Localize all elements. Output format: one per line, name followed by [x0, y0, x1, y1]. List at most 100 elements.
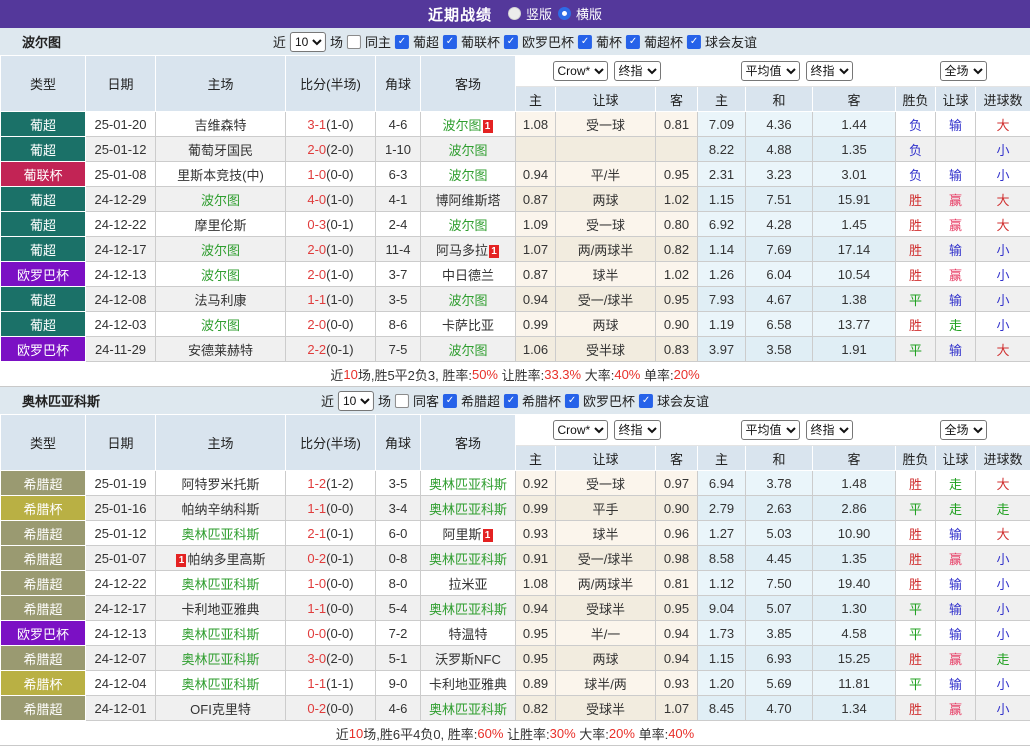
- result-label: 赢: [949, 552, 962, 567]
- average-select[interactable]: 平均值: [741, 420, 800, 440]
- average-select[interactable]: 平均值: [741, 61, 800, 81]
- odds-home: 0.99: [516, 496, 556, 521]
- match-score: 1-0(0-0): [286, 571, 376, 596]
- avg-home: 1.19: [698, 312, 746, 337]
- games-count-select[interactable]: 10: [290, 32, 326, 52]
- summary-segment: 33.3%: [544, 367, 581, 382]
- summary-segment: 大率:: [581, 365, 614, 384]
- team-label: 波尔图: [448, 293, 487, 308]
- same-venue-checkbox[interactable]: [347, 35, 361, 49]
- league-checkbox[interactable]: ✓: [578, 35, 592, 49]
- summary-segment: 近: [330, 365, 343, 384]
- odds-away: 1.07: [656, 696, 698, 721]
- same-venue-checkbox[interactable]: [395, 394, 409, 408]
- match-row: 希腊超24-12-01OFI克里特0-2(0-0)4-6奥林匹亚科斯0.82受球…: [1, 696, 1030, 721]
- avg-draw: 6.93: [746, 646, 813, 671]
- games-count-select[interactable]: 10: [338, 391, 374, 411]
- league-checkbox[interactable]: ✓: [639, 394, 653, 408]
- away-team-cell: 阿里斯1: [421, 521, 516, 546]
- red-card-badge: 1: [483, 120, 493, 133]
- summary-segment: 40%: [614, 367, 640, 382]
- odds-handicap: 两球: [556, 646, 656, 671]
- result-outcome: 胜: [896, 571, 936, 596]
- league-checkbox[interactable]: ✓: [626, 35, 640, 49]
- subheader-col: 主: [698, 446, 746, 471]
- subheader-col: 让球: [936, 87, 976, 112]
- league-checkbox[interactable]: ✓: [504, 35, 518, 49]
- result-goals: 走: [976, 646, 1030, 671]
- league-checkbox[interactable]: ✓: [443, 394, 457, 408]
- odds-away: 0.83: [656, 337, 698, 362]
- avg-draw: 6.58: [746, 312, 813, 337]
- league-checkbox[interactable]: ✓: [443, 35, 457, 49]
- odds-away: 0.95: [656, 287, 698, 312]
- result-label: 小: [997, 268, 1010, 283]
- odds-handicap: 受一/球半: [556, 546, 656, 571]
- avg-home: 1.73: [698, 621, 746, 646]
- result-label: 赢: [949, 652, 962, 667]
- match-score: 2-0(1-0): [286, 237, 376, 262]
- odds-home: 1.07: [516, 237, 556, 262]
- odds-handicap: 受球半: [556, 596, 656, 621]
- team-label: 奥林匹亚科斯: [181, 577, 259, 592]
- odds-time-select[interactable]: 终指: [614, 61, 661, 81]
- team-sections: 波尔图近10场同主✓葡超✓葡联杯✓欧罗巴杯✓葡杯✓葡超杯✓球会友谊类型日期主场比…: [0, 28, 1030, 746]
- team-name: 奥林匹亚科斯: [22, 391, 100, 410]
- match-date: 25-01-07: [86, 546, 156, 571]
- league-checkbox[interactable]: ✓: [687, 35, 701, 49]
- match-row: 希腊超24-12-22奥林匹亚科斯1-0(0-0)8-0拉米亚1.08两/两球半…: [1, 571, 1030, 596]
- subheader-col: 胜负: [896, 87, 936, 112]
- odds-provider-select[interactable]: Crow*: [553, 61, 608, 81]
- league-checkbox[interactable]: ✓: [504, 394, 518, 408]
- away-team-cell: 特温特: [421, 621, 516, 646]
- result-label: 输: [949, 677, 962, 692]
- result-goals: 大: [976, 212, 1030, 237]
- avg-away: 4.58: [813, 621, 896, 646]
- subheader-col: 让球: [556, 87, 656, 112]
- same-venue-label: 同主: [365, 32, 391, 51]
- fulltime-score: 0-0: [307, 626, 326, 641]
- league-checkbox-label: 葡超杯: [644, 32, 683, 51]
- col-corner-header: 角球: [376, 56, 421, 112]
- avg-home: 2.79: [698, 496, 746, 521]
- odds-time-select[interactable]: 终指: [614, 420, 661, 440]
- avg-away: 1.35: [813, 546, 896, 571]
- odds-home: 0.87: [516, 262, 556, 287]
- league-checkbox[interactable]: ✓: [565, 394, 579, 408]
- result-goals: 小: [976, 621, 1030, 646]
- halftime-score: (0-1): [326, 217, 353, 232]
- result-outcome: 负: [896, 112, 936, 137]
- result-label: 大: [997, 343, 1010, 358]
- corner-score: 4-6: [376, 112, 421, 137]
- avg-home: 8.58: [698, 546, 746, 571]
- fulltime-select[interactable]: 全场: [940, 61, 987, 81]
- home-team-cell: 摩里伦斯: [156, 212, 286, 237]
- avg-away: 13.77: [813, 312, 896, 337]
- avg-draw: 5.07: [746, 596, 813, 621]
- result-handicap: 输: [936, 162, 976, 187]
- team-label: 吉维森特: [194, 118, 246, 133]
- avg-draw: 4.88: [746, 137, 813, 162]
- league-checkbox[interactable]: ✓: [395, 35, 409, 49]
- filter-controls: 近10场同主✓葡超✓葡联杯✓欧罗巴杯✓葡杯✓葡超杯✓球会友谊: [272, 32, 758, 52]
- match-score: 3-0(2-0): [286, 646, 376, 671]
- halftime-score: (0-1): [326, 342, 353, 357]
- average-time-select[interactable]: 终指: [806, 61, 853, 81]
- summary-segment: 大率:: [576, 724, 609, 743]
- filter-bar: 奥林匹亚科斯近10场同客✓希腊超✓希腊杯✓欧罗巴杯✓球会友谊: [0, 387, 1030, 414]
- result-label: 小: [997, 552, 1010, 567]
- match-score: 0-2(0-0): [286, 696, 376, 721]
- result-outcome: 胜: [896, 471, 936, 496]
- average-time-select[interactable]: 终指: [806, 420, 853, 440]
- fulltime-select[interactable]: 全场: [940, 420, 987, 440]
- result-label: 胜: [909, 477, 922, 492]
- team-label: 阿里斯: [442, 527, 481, 542]
- layout-radio-option[interactable]: 竖版: [508, 4, 552, 23]
- layout-radio-selected[interactable]: 横版: [558, 4, 602, 23]
- away-team-cell: 波尔图1: [421, 112, 516, 137]
- odds-provider-select[interactable]: Crow*: [553, 420, 608, 440]
- halftime-score: (1-0): [326, 292, 353, 307]
- avg-draw: 5.03: [746, 521, 813, 546]
- result-label: 胜: [909, 318, 922, 333]
- odds-away: 0.93: [656, 671, 698, 696]
